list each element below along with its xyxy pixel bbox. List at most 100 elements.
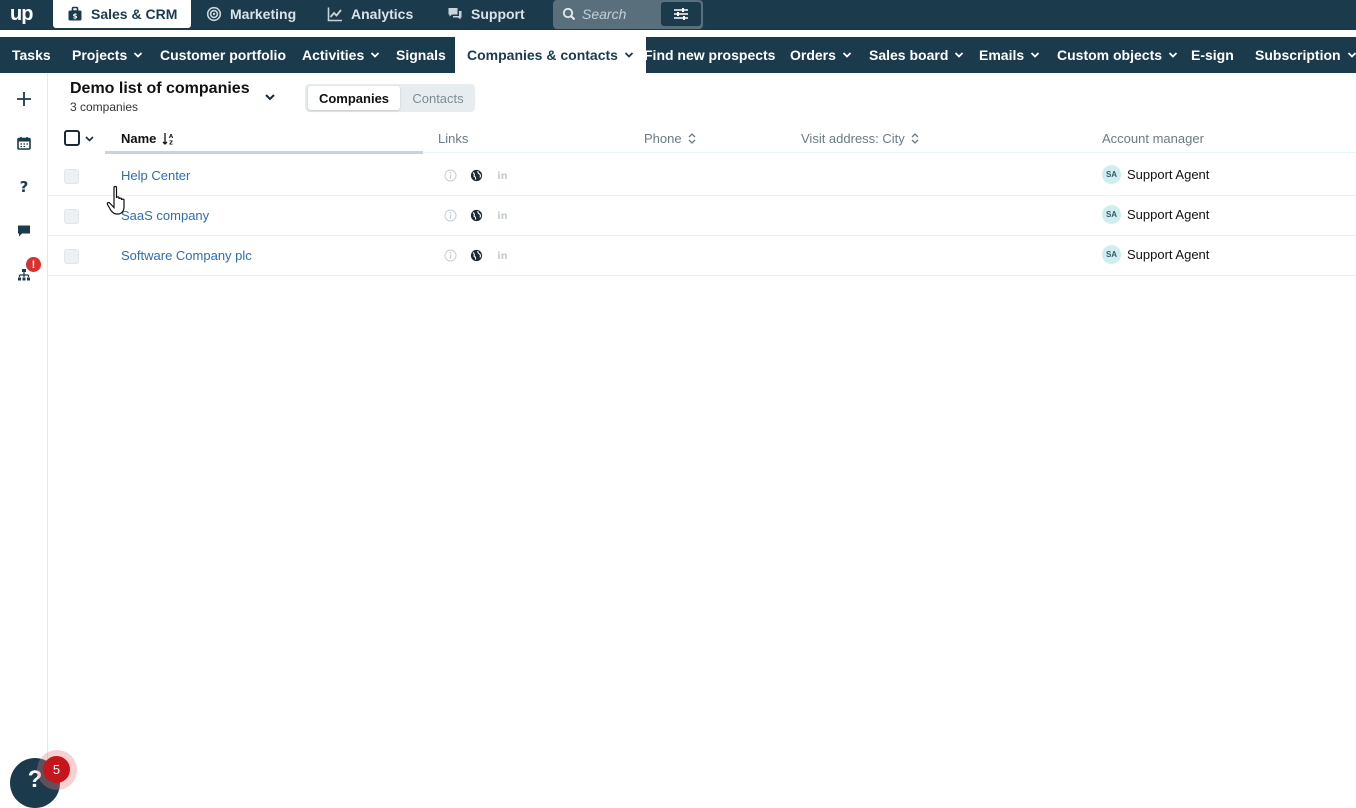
- linkedin-icon[interactable]: in: [496, 169, 509, 182]
- account-manager-name: Support Agent: [1127, 167, 1210, 182]
- info-icon[interactable]: [444, 249, 457, 262]
- globe-icon[interactable]: [470, 249, 483, 262]
- search-placeholder: Search: [582, 6, 627, 22]
- header-divider: [423, 152, 1356, 153]
- row-checkbox[interactable]: [64, 169, 79, 184]
- column-header-city[interactable]: Visit address: City: [801, 131, 919, 146]
- nav-tasks[interactable]: Tasks: [12, 37, 51, 73]
- info-icon[interactable]: [444, 209, 457, 222]
- help-notification-badge: 5: [43, 756, 70, 783]
- avatar: SA: [1102, 205, 1121, 224]
- sort-icon: [688, 133, 696, 144]
- search-settings-button[interactable]: [661, 2, 701, 26]
- chevron-down-icon: [955, 52, 964, 58]
- company-name-link[interactable]: Software Company plc: [121, 248, 252, 263]
- svg-text:in: in: [497, 211, 508, 222]
- app-logo[interactable]: up: [10, 3, 33, 25]
- target-icon: [206, 6, 222, 22]
- column-header-phone[interactable]: Phone: [644, 131, 696, 146]
- nav-label: Activities: [302, 47, 365, 63]
- app-tab-support[interactable]: Support: [433, 0, 539, 28]
- avatar: SA: [1102, 245, 1121, 264]
- list-count: 3 companies: [70, 100, 139, 114]
- nav-label: Signals: [396, 47, 446, 63]
- chart-line-icon: [327, 7, 342, 22]
- nav-e-sign[interactable]: E-sign: [1191, 37, 1234, 73]
- toggle-contacts[interactable]: Contacts: [401, 86, 475, 110]
- table-row[interactable]: SaaS company in SA Support Agent: [48, 196, 1356, 236]
- nav-activities[interactable]: Activities: [302, 37, 380, 73]
- briefcase-icon: $: [68, 6, 82, 21]
- table-row[interactable]: Help Center in SA Support Agent: [48, 156, 1356, 196]
- globe-icon[interactable]: [470, 209, 483, 222]
- companies-contacts-toggle: Companies Contacts: [305, 84, 475, 112]
- svg-text:in: in: [497, 171, 508, 182]
- column-label: Links: [438, 131, 469, 146]
- info-icon[interactable]: [444, 169, 457, 182]
- column-label: Name: [121, 131, 157, 146]
- app-switcher-bar: up $ Sales & CRM Marketing Analytics Sup…: [0, 0, 1356, 30]
- linkedin-icon[interactable]: in: [496, 209, 509, 222]
- messages-button[interactable]: [13, 220, 35, 242]
- nav-companies-contacts[interactable]: Companies & contacts: [455, 37, 646, 73]
- chevron-down-icon[interactable]: [264, 91, 276, 103]
- global-search[interactable]: Search: [553, 0, 703, 29]
- column-header-name[interactable]: Name AZ: [121, 131, 174, 146]
- column-label: Phone: [644, 131, 682, 146]
- nav-projects[interactable]: Projects: [72, 37, 143, 73]
- nav-custom-objects[interactable]: Custom objects: [1057, 37, 1178, 73]
- app-tab-label: Sales & CRM: [91, 6, 178, 22]
- column-header-account-manager: Account manager: [1102, 131, 1204, 146]
- app-tab-marketing[interactable]: Marketing: [192, 0, 310, 28]
- nav-label: Find new prospects: [644, 47, 776, 63]
- app-tab-sales-crm[interactable]: $ Sales & CRM: [53, 0, 192, 28]
- nav-label: Orders: [790, 47, 836, 63]
- chevron-down-icon: [1347, 52, 1356, 58]
- nav-find-new-prospects[interactable]: Find new prospects: [644, 37, 775, 73]
- table-row[interactable]: Software Company plc in SA Support Agent: [48, 236, 1356, 276]
- left-rail: ?: [0, 73, 48, 786]
- question-icon: ?: [20, 179, 29, 195]
- nav-sales-board[interactable]: Sales board: [869, 37, 964, 73]
- sort-ascending-icon: AZ: [162, 133, 174, 145]
- sliders-icon: [674, 8, 688, 20]
- app-tab-analytics[interactable]: Analytics: [313, 0, 427, 28]
- nav-subscription[interactable]: Subscription: [1255, 37, 1356, 73]
- account-manager-name: Support Agent: [1127, 247, 1210, 262]
- nav-label: Companies & contacts: [467, 47, 618, 63]
- nav-label: E-sign: [1191, 47, 1234, 63]
- account-manager-name: Support Agent: [1127, 207, 1210, 222]
- chat-bubbles-icon: [448, 8, 462, 20]
- globe-icon[interactable]: [470, 169, 483, 182]
- chat-icon: [18, 225, 30, 237]
- calendar-icon: [17, 137, 31, 150]
- account-manager[interactable]: SA Support Agent: [1102, 245, 1209, 264]
- svg-text:$: $: [73, 13, 78, 21]
- column-label: Account manager: [1102, 131, 1204, 146]
- help-button[interactable]: ?: [13, 176, 35, 198]
- calendar-button[interactable]: [13, 132, 35, 154]
- app-tab-label: Support: [471, 6, 525, 22]
- nav-customer-portfolio[interactable]: Customer portfolio: [160, 37, 286, 73]
- nav-emails[interactable]: Emails: [979, 37, 1040, 73]
- nav-orders[interactable]: Orders: [790, 37, 852, 73]
- row-checkbox[interactable]: [64, 209, 79, 224]
- nav-signals[interactable]: Signals: [396, 37, 446, 73]
- search-icon: [562, 7, 576, 21]
- linkedin-icon[interactable]: in: [496, 249, 509, 262]
- toggle-companies[interactable]: Companies: [308, 86, 400, 110]
- chevron-down-icon: [1168, 52, 1178, 58]
- company-name-link[interactable]: SaaS company: [121, 208, 209, 223]
- account-manager[interactable]: SA Support Agent: [1102, 205, 1209, 224]
- create-button[interactable]: [13, 88, 35, 110]
- company-name-link[interactable]: Help Center: [121, 168, 190, 183]
- nav-label: Sales board: [869, 47, 949, 63]
- nav-label: Subscription: [1255, 47, 1341, 63]
- row-checkbox[interactable]: [64, 249, 79, 264]
- account-manager[interactable]: SA Support Agent: [1102, 165, 1209, 184]
- avatar: SA: [1102, 165, 1121, 184]
- list-title[interactable]: Demo list of companies: [70, 80, 250, 98]
- svg-text:?: ?: [20, 179, 29, 195]
- svg-text:in: in: [497, 251, 508, 262]
- module-nav: Tasks Projects Customer portfolio Activi…: [0, 37, 1356, 73]
